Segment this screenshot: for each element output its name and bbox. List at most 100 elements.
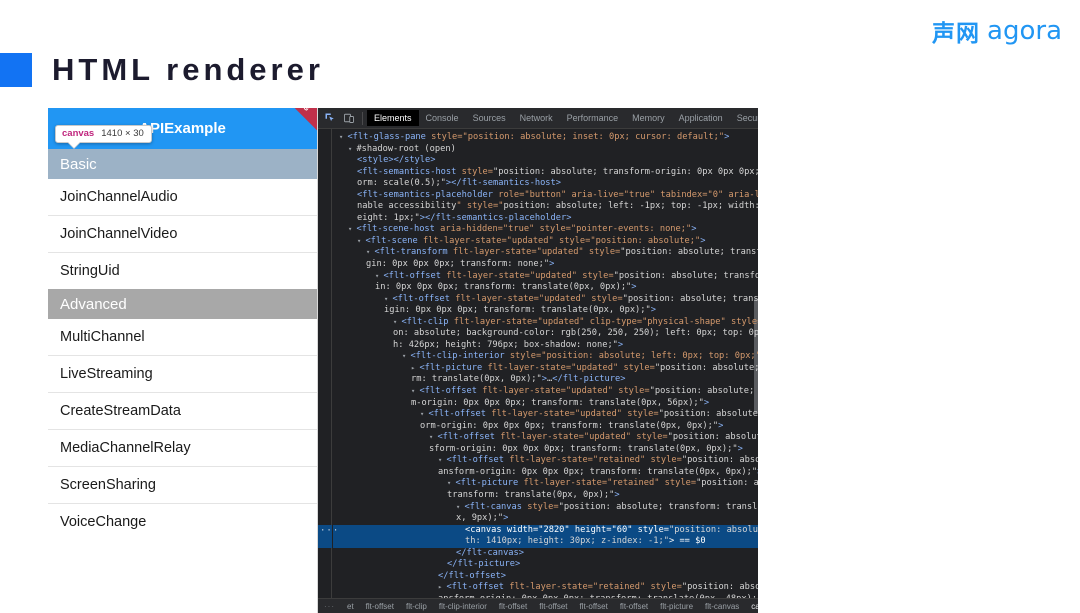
dom-node[interactable]: ▾ <flt-offset flt-layer-state="updated" …	[333, 294, 758, 306]
dom-node[interactable]: ▾ <flt-offset flt-layer-state="updated" …	[333, 432, 758, 444]
dom-node[interactable]: ansform-origin: 0px 0px 0px; transform: …	[333, 467, 758, 479]
dom-node[interactable]: <flt-semantics-host style="position: abs…	[333, 167, 758, 179]
dom-node[interactable]: ▾ <flt-offset flt-layer-state="updated" …	[333, 409, 758, 421]
dom-node-text: </flt-offset>	[438, 570, 506, 581]
dom-node[interactable]: ▾ <flt-scene-host aria-hidden="true" sty…	[333, 224, 758, 236]
dom-node[interactable]: ▾ <flt-canvas style="position: absolute;…	[333, 502, 758, 514]
tab-console[interactable]: Console	[419, 110, 466, 126]
list-item[interactable]: MediaChannelRelay	[48, 430, 317, 466]
dom-node[interactable]: ▾ <flt-scene flt-layer-state="updated" s…	[333, 236, 758, 248]
dom-node[interactable]: h: 426px; height: 796px; box-shadow: non…	[333, 340, 758, 352]
list-item[interactable]: CreateStreamData	[48, 393, 317, 429]
breadcrumb-item[interactable]: flt-offset	[360, 602, 400, 611]
page-title: HTML renderer	[52, 52, 324, 87]
agora-logo: 声网 agora	[932, 14, 1062, 48]
breadcrumb-overflow[interactable]: ···	[318, 602, 341, 611]
dom-node[interactable]: ▾ <flt-offset flt-layer-state="retained"…	[333, 455, 758, 467]
dom-node[interactable]: on: absolute; background-color: rgb(250,…	[333, 328, 758, 340]
list-item[interactable]: LiveStreaming	[48, 356, 317, 392]
tab-performance[interactable]: Performance	[560, 110, 626, 126]
dom-node[interactable]: sform-origin: 0px 0px 0px; transform: tr…	[333, 444, 758, 456]
dom-node-selected[interactable]: <canvas width="2820" height="60" style="…	[333, 525, 758, 537]
flutter-app-panel: APIExample DEBUG canvas 1410 × 30 BasicJ…	[48, 108, 318, 613]
dom-node-text: <flt-offset flt-layer-state="updated" st…	[428, 409, 758, 420]
dom-node[interactable]: ▾ #shadow-root (open)	[333, 144, 758, 156]
breadcrumb-item[interactable]: flt-offset	[493, 602, 533, 611]
gutter-more-icon[interactable]: ···	[320, 526, 339, 536]
inspect-badge-element: canvas	[62, 128, 95, 139]
dom-node[interactable]: transform: translate(0px, 0px);">	[333, 490, 758, 502]
dom-node-text: <flt-semantics-host style="position: abs…	[357, 166, 758, 177]
dom-node[interactable]: ▾ <flt-transform flt-layer-state="update…	[333, 247, 758, 259]
dom-node[interactable]: ▾ <flt-glass-pane style="position: absol…	[333, 132, 758, 144]
dom-node[interactable]: ▾ <flt-offset flt-layer-state="updated" …	[333, 386, 758, 398]
section-header-advanced: Advanced	[48, 289, 317, 319]
dom-node-text: </flt-canvas>	[456, 547, 524, 558]
dom-node-text: </flt-picture>	[447, 559, 521, 570]
slide-title-block: HTML renderer	[0, 52, 324, 88]
tab-application[interactable]: Application	[672, 110, 730, 126]
list-item[interactable]: JoinChannelAudio	[48, 179, 317, 215]
list-item[interactable]: ScreenSharing	[48, 467, 317, 503]
tab-security[interactable]: Security	[730, 110, 758, 126]
dom-node[interactable]: ▸ <flt-picture flt-layer-state="updated"…	[333, 363, 758, 375]
dom-node[interactable]: nable accessibility" style="position: ab…	[333, 201, 758, 213]
breadcrumb-item[interactable]: flt-picture	[654, 602, 699, 611]
screenshot-composite: APIExample DEBUG canvas 1410 × 30 BasicJ…	[48, 108, 758, 613]
dom-node[interactable]: x, 9px);">	[333, 513, 758, 525]
dom-node[interactable]: <flt-semantics-placeholder role="button"…	[333, 190, 758, 202]
dom-node[interactable]: orm: scale(0.5);"></flt-semantics-host>	[333, 178, 758, 190]
tab-memory[interactable]: Memory	[625, 110, 672, 126]
app-bar-title: APIExample	[139, 120, 226, 137]
breadcrumb-item[interactable]: flt-canvas	[699, 602, 745, 611]
dom-node-text: ansform-origin: 0px 0px 0px; transform: …	[438, 466, 758, 477]
device-toolbar-icon[interactable]	[340, 110, 357, 127]
toolbar-divider	[362, 111, 363, 125]
dom-node[interactable]: rm: translate(0px, 0px);">…</flt-picture…	[333, 374, 758, 386]
breadcrumb-item[interactable]: flt-offset	[614, 602, 654, 611]
dom-node[interactable]: in: 0px 0px 0px; transform: translate(0p…	[333, 282, 758, 294]
dom-node-text: <flt-picture flt-layer-state="retained" …	[455, 478, 758, 489]
dom-node-text: <style></style>	[357, 155, 436, 166]
list-item[interactable]: VoiceChange	[48, 504, 317, 540]
breadcrumb-item[interactable]: et	[341, 602, 360, 611]
breadcrumb-item[interactable]: canvas	[745, 602, 758, 611]
breadcrumb-item[interactable]: flt-offset	[533, 602, 573, 611]
dom-node[interactable]: <style></style>	[333, 155, 758, 167]
dom-node[interactable]: ▾ <flt-offset flt-layer-state="updated" …	[333, 271, 758, 283]
dom-node-text: #shadow-root (open)	[356, 143, 456, 154]
inspect-badge-dimensions: 1410 × 30	[101, 128, 144, 139]
breadcrumb-item[interactable]: flt-offset	[574, 602, 614, 611]
dom-tree[interactable]: ▾ <flt-glass-pane style="position: absol…	[333, 129, 758, 598]
dom-node-selected[interactable]: th: 1410px; height: 30px; z-index: -1;">…	[333, 536, 758, 548]
tab-sources[interactable]: Sources	[466, 110, 513, 126]
dom-node[interactable]: igin: 0px 0px 0px; transform: translate(…	[333, 305, 758, 317]
dom-node[interactable]: ▾ <flt-picture flt-layer-state="retained…	[333, 478, 758, 490]
dom-node[interactable]: ansform-origin: 0px 0px 0px; transform: …	[333, 594, 758, 598]
list-item[interactable]: JoinChannelVideo	[48, 216, 317, 252]
tab-elements[interactable]: Elements	[367, 110, 419, 126]
dom-node-text: sform-origin: 0px 0px 0px; transform: tr…	[429, 443, 743, 454]
inspect-element-icon[interactable]	[321, 110, 338, 127]
dom-node[interactable]: ▾ <flt-clip-interior style="position: ab…	[333, 351, 758, 363]
dom-node[interactable]: gin: 0px 0px 0px; transform: none;">	[333, 259, 758, 271]
list-item[interactable]: MultiChannel	[48, 319, 317, 355]
dom-node[interactable]: orm-origin: 0px 0px 0px; transform: tran…	[333, 421, 758, 433]
devtools-breadcrumb: ··· et flt-offset flt-clip flt-clip-interior…	[318, 598, 758, 613]
dom-node-text: <flt-glass-pane style="position: absolut…	[347, 132, 730, 142]
dom-node[interactable]: </flt-offset>	[333, 571, 758, 583]
dom-node-text: <flt-semantics-placeholder role="button"…	[357, 189, 758, 200]
dom-node[interactable]: </flt-picture>	[333, 559, 758, 571]
dom-node[interactable]: ▾ <flt-clip flt-layer-state="updated" cl…	[333, 317, 758, 329]
breadcrumb-item[interactable]: flt-clip	[400, 602, 433, 611]
dom-node-text: x, 9px);">	[456, 513, 509, 524]
section-header-basic: Basic	[48, 149, 317, 179]
dom-node[interactable]: </flt-canvas>	[333, 548, 758, 560]
dom-node[interactable]: eight: 1px;"></flt-semantics-placeholder…	[333, 213, 758, 225]
dom-node[interactable]: ▸ <flt-offset flt-layer-state="retained"…	[333, 582, 758, 594]
list-item[interactable]: StringUid	[48, 253, 317, 289]
dom-node-text: <flt-offset flt-layer-state="updated" st…	[419, 386, 755, 397]
breadcrumb-item[interactable]: flt-clip-interior	[433, 602, 493, 611]
tab-network[interactable]: Network	[513, 110, 560, 126]
dom-node[interactable]: m-origin: 0px 0px 0px; transform: transl…	[333, 398, 758, 410]
